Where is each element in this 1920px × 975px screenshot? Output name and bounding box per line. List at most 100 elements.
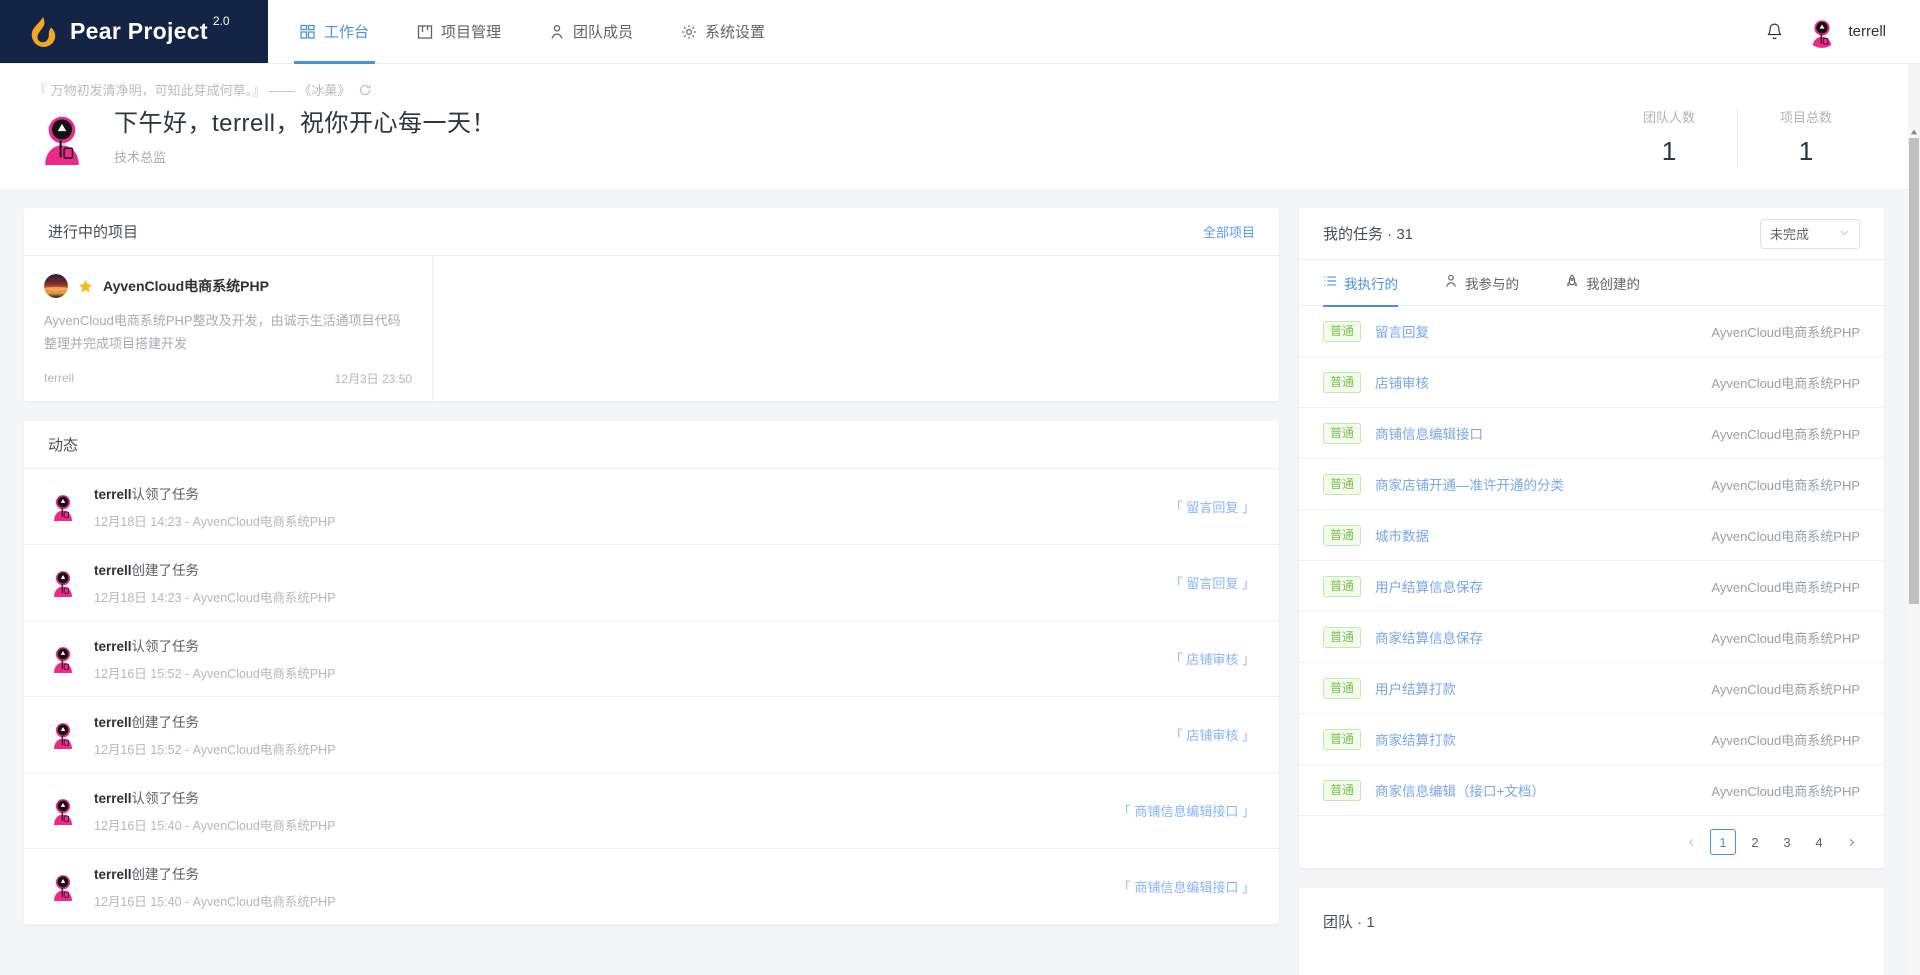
priority-badge: 普通 — [1323, 473, 1362, 495]
activity-headline: terrell创建了任务 — [94, 711, 336, 731]
activity-row: terrell认领了任务 12月18日 14:23 - AyvenCloud电商… — [24, 469, 1279, 545]
activity-user: terrell — [94, 562, 132, 578]
vertical-scrollbar[interactable] — [1908, 128, 1920, 975]
right-column: 我的任务 · 31 未完成 我执行的 我参与的 我创建的 普通 留言回复 Ayv… — [1299, 208, 1884, 975]
stat-label: 团队人数 — [1642, 110, 1695, 125]
user-avatar-small — [54, 571, 72, 597]
activity-content: terrell创建了任务 12月16日 15:52 - AyvenCloud电商… — [94, 711, 336, 758]
username-label: terrell — [1848, 23, 1886, 40]
task-name: 商家结算打款 — [1375, 733, 1457, 748]
activity-user: terrell — [94, 714, 132, 730]
task-pagination: 1 2 3 4 — [1299, 816, 1884, 868]
ongoing-projects-card: 进行中的项目 全部项目 AyvenCloud电商系统PHP AyvenCloud… — [24, 208, 1279, 401]
scroll-up-arrow-icon[interactable] — [1910, 128, 1918, 136]
page-1-button[interactable]: 1 — [1710, 829, 1736, 855]
task-row[interactable]: 普通 商家店铺开通—准许开通的分类 AyvenCloud电商系统PHP — [1299, 459, 1884, 510]
left-column: 进行中的项目 全部项目 AyvenCloud电商系统PHP AyvenCloud… — [24, 208, 1279, 925]
main-columns: 进行中的项目 全部项目 AyvenCloud电商系统PHP AyvenCloud… — [0, 190, 1908, 975]
page-scroll-area: 『 万物初发清净明，可知此芽成何草。』 —— 《冰菓》 下午好，terrell，… — [0, 64, 1920, 975]
stat-label: 项目总数 — [1779, 110, 1832, 125]
task-row[interactable]: 普通 商铺信息编辑接口 AyvenCloud电商系统PHP — [1299, 408, 1884, 459]
user-avatar-small — [54, 647, 72, 673]
activity-content: terrell创建了任务 12月18日 14:23 - AyvenCloud电商… — [94, 559, 336, 606]
task-row[interactable]: 普通 城市数据 AyvenCloud电商系统PHP — [1299, 510, 1884, 561]
activity-headline: terrell认领了任务 — [94, 787, 336, 807]
priority-badge: 普通 — [1323, 626, 1362, 648]
refresh-icon[interactable] — [358, 83, 372, 97]
activity-target-link[interactable]: 「 商铺信息编辑接口 」 — [1102, 801, 1255, 820]
bell-icon[interactable] — [1765, 22, 1784, 42]
task-tabs: 我执行的 我参与的 我创建的 — [1299, 260, 1884, 307]
task-project: AyvenCloud电商系统PHP — [1711, 732, 1860, 748]
task-project: AyvenCloud电商系统PHP — [1711, 528, 1860, 544]
user-role: 技术总监 — [114, 150, 167, 166]
star-filled-icon[interactable] — [78, 279, 93, 294]
all-projects-link[interactable]: 全部项目 — [1203, 222, 1255, 241]
nav-tab-workbench[interactable]: 工作台 — [276, 0, 393, 64]
task-row[interactable]: 普通 商家结算信息保存 AyvenCloud电商系统PHP — [1299, 612, 1884, 663]
tab-created-by-me[interactable]: 我创建的 — [1565, 260, 1640, 306]
project-name: AyvenCloud电商系统PHP — [103, 278, 269, 294]
tab-label: 我参与的 — [1465, 276, 1519, 292]
stat-value: 1 — [1661, 136, 1677, 166]
project-card[interactable]: AyvenCloud电商系统PHP AyvenCloud电商系统PHP整改及开发… — [24, 256, 433, 401]
task-project: AyvenCloud电商系统PHP — [1711, 375, 1860, 391]
activity-user: terrell — [94, 486, 132, 502]
task-list: 普通 留言回复 AyvenCloud电商系统PHP 普通 店铺审核 AyvenC… — [1299, 306, 1884, 816]
nav-tab-label: 工作台 — [324, 24, 370, 41]
task-status-filter[interactable]: 未完成 — [1760, 218, 1860, 249]
brand-logo-area[interactable]: Pear Project 2.0 — [0, 0, 268, 63]
activity-target-link[interactable]: 「 商铺信息编辑接口 」 — [1102, 877, 1255, 896]
chevron-right-icon[interactable] — [1838, 829, 1864, 855]
scrollbar-thumb[interactable] — [1909, 138, 1919, 604]
task-row[interactable]: 普通 店铺审核 AyvenCloud电商系统PHP — [1299, 357, 1884, 408]
activity-headline: terrell认领了任务 — [94, 635, 336, 655]
page-2-button[interactable]: 2 — [1742, 829, 1768, 855]
summary-stats: 团队人数 1 项目总数 1 — [1601, 107, 1874, 167]
card-title: 团队 · 1 — [1323, 914, 1375, 931]
task-row[interactable]: 普通 留言回复 AyvenCloud电商系统PHP — [1299, 306, 1884, 357]
greeting-row: 下午好，terrell，祝你开心每一天！ 技术总监 团队人数 1 项目总数 1 — [0, 107, 1908, 167]
user-avatar-small — [54, 495, 72, 521]
nav-tab-label: 系统设置 — [705, 24, 766, 41]
tab-assigned-to-me[interactable]: 我执行的 — [1323, 260, 1398, 307]
activity-target-link[interactable]: 「 留言回复 」 — [1154, 497, 1255, 516]
activity-meta: 12月16日 15:52 - AyvenCloud电商系统PHP — [94, 666, 336, 681]
stat-project-count: 项目总数 1 — [1736, 107, 1874, 167]
chevron-left-icon[interactable] — [1678, 829, 1704, 855]
activity-target-link[interactable]: 「 店铺审核 」 — [1154, 725, 1255, 744]
task-row[interactable]: 普通 用户结算打款 AyvenCloud电商系统PHP — [1299, 663, 1884, 714]
task-row[interactable]: 普通 商家结算打款 AyvenCloud电商系统PHP — [1299, 714, 1884, 765]
card-header: 动态 — [24, 421, 1279, 469]
nav-tab-system-settings[interactable]: 系统设置 — [657, 0, 789, 64]
activity-meta: 12月18日 14:23 - AyvenCloud电商系统PHP — [94, 590, 336, 605]
card-title: 进行中的项目 — [48, 224, 139, 241]
task-row[interactable]: 普通 商家信息编辑（接口+文档） AyvenCloud电商系统PHP — [1299, 765, 1884, 816]
page-4-button[interactable]: 4 — [1806, 829, 1832, 855]
team-card: 团队 · 1 — [1299, 888, 1884, 975]
activity-target-link[interactable]: 「 留言回复 」 — [1154, 573, 1255, 592]
nav-tab-project-management[interactable]: 项目管理 — [393, 0, 525, 64]
tab-participating[interactable]: 我参与的 — [1444, 260, 1519, 306]
card-header: 我的任务 · 31 未完成 — [1299, 208, 1884, 260]
activity-verb: 创建了任务 — [131, 714, 200, 730]
activity-headline: terrell创建了任务 — [94, 559, 336, 579]
nav-tab-team-members[interactable]: 团队成员 — [525, 0, 657, 64]
stat-value: 1 — [1798, 136, 1814, 166]
tab-label: 我创建的 — [1586, 276, 1640, 292]
card-header: 团队 · 1 — [1299, 888, 1884, 944]
app-root: Pear Project 2.0 工作台 项目管理 团队成员 系统设置 terr… — [0, 0, 1920, 975]
gear-icon — [681, 24, 697, 40]
card-title: 动态 — [48, 436, 79, 454]
page-3-button[interactable]: 3 — [1774, 829, 1800, 855]
task-row[interactable]: 普通 用户结算信息保存 AyvenCloud电商系统PHP — [1299, 561, 1884, 612]
task-name: 城市数据 — [1375, 529, 1430, 544]
priority-badge: 普通 — [1323, 728, 1362, 750]
activity-meta: 12月18日 14:23 - AyvenCloud电商系统PHP — [94, 514, 336, 529]
user-menu[interactable]: terrell — [1806, 15, 1886, 48]
activity-verb: 创建了任务 — [131, 866, 200, 882]
card-header: 进行中的项目 全部项目 — [24, 208, 1279, 256]
priority-badge: 普通 — [1323, 422, 1362, 444]
activity-target-link[interactable]: 「 店铺审核 」 — [1154, 649, 1255, 668]
activity-row: terrell创建了任务 12月18日 14:23 - AyvenCloud电商… — [24, 545, 1279, 621]
